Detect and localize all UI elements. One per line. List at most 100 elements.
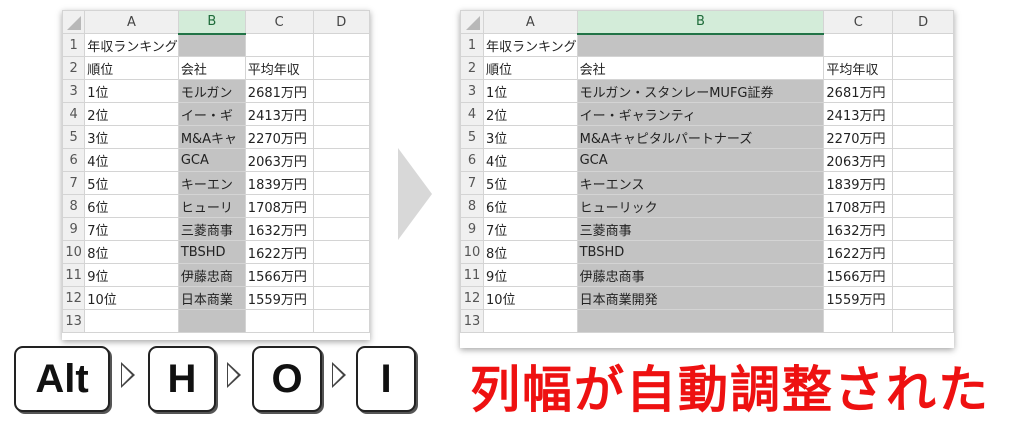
cell-a[interactable]: 8位 [84,240,179,264]
cell-d[interactable] [312,171,370,195]
cell-c[interactable]: 2681万円 [244,79,314,103]
cell-b[interactable]: キーエン [177,171,246,195]
row-header[interactable]: 13 [460,309,484,333]
cell-d[interactable] [892,148,954,172]
cell-c[interactable]: 1559万円 [823,286,894,310]
cell-d[interactable] [892,263,954,287]
cell-b[interactable]: 会社 [576,56,825,80]
cell-b[interactable] [177,309,246,333]
cell-d[interactable] [312,286,370,310]
column-header-d[interactable]: D [892,10,954,34]
cell-a[interactable]: 3位 [84,125,179,149]
cell-d[interactable] [312,263,370,287]
cell-a[interactable]: 8位 [482,240,578,264]
cell-b[interactable]: キーエンス [576,171,825,195]
cell-c[interactable]: 2270万円 [823,125,894,149]
row-header[interactable]: 12 [62,286,86,310]
cell-a[interactable]: 4位 [84,148,179,172]
row-header[interactable]: 2 [62,56,86,80]
cell-a[interactable]: 2位 [482,102,578,126]
cell-c[interactable]: 1622万円 [823,240,894,264]
cell-b[interactable] [576,309,825,333]
row-header[interactable]: 7 [460,171,484,195]
row-header[interactable]: 5 [460,125,484,149]
cell-d[interactable] [312,217,370,241]
select-all-corner[interactable] [460,10,484,34]
cell-d[interactable] [312,240,370,264]
cell-a[interactable]: 10位 [482,286,578,310]
column-header-a[interactable]: A [482,10,578,34]
cell-d[interactable] [892,240,954,264]
cell-a[interactable]: 6位 [482,194,578,218]
cell-c[interactable] [244,33,314,57]
cell-d[interactable] [312,148,370,172]
cell-a[interactable] [84,309,179,333]
row-header[interactable]: 11 [460,263,484,287]
cell-a[interactable]: 7位 [482,217,578,241]
cell-d[interactable] [312,309,370,333]
cell-c[interactable]: 2063万円 [244,148,314,172]
cell-b[interactable]: ヒューリ [177,194,246,218]
row-header[interactable]: 8 [62,194,86,218]
cell-c[interactable] [823,33,894,57]
row-header[interactable]: 3 [460,79,484,103]
row-header[interactable]: 5 [62,125,86,149]
cell-b[interactable]: モルガン [177,79,246,103]
row-header[interactable]: 4 [62,102,86,126]
row-header[interactable]: 1 [460,33,484,57]
column-header-d[interactable]: D [312,10,370,34]
row-header[interactable]: 9 [460,217,484,241]
column-header-c[interactable]: C [244,10,314,34]
column-header-b[interactable]: B [576,10,825,35]
cell-d[interactable] [312,56,370,80]
row-header[interactable]: 1 [62,33,86,57]
cell-d[interactable] [312,79,370,103]
row-header[interactable]: 3 [62,79,86,103]
cell-b[interactable]: GCA [177,148,246,172]
cell-d[interactable] [312,194,370,218]
cell-d[interactable] [892,102,954,126]
cell-d[interactable] [312,102,370,126]
cell-c[interactable]: 1632万円 [244,217,314,241]
row-header[interactable]: 8 [460,194,484,218]
cell-c[interactable]: 1559万円 [244,286,314,310]
cell-c[interactable]: 1566万円 [823,263,894,287]
row-header[interactable]: 6 [62,148,86,172]
cell-b[interactable]: イー・ギャランティ [576,102,825,126]
cell-a[interactable]: 9位 [84,263,179,287]
cell-c[interactable]: 2063万円 [823,148,894,172]
cell-b[interactable]: 三菱商事 [576,217,825,241]
cell-b[interactable]: 日本商業 [177,286,246,310]
cell-d[interactable] [892,194,954,218]
cell-b[interactable]: 日本商業開発 [576,286,825,310]
cell-c[interactable]: 1839万円 [244,171,314,195]
row-header[interactable]: 12 [460,286,484,310]
cell-d[interactable] [892,33,954,57]
cell-d[interactable] [892,56,954,80]
select-all-corner[interactable] [62,10,86,34]
cell-b[interactable]: ヒューリック [576,194,825,218]
cell-a[interactable]: 9位 [482,263,578,287]
cell-a[interactable]: 7位 [84,217,179,241]
column-header-c[interactable]: C [823,10,894,34]
cell-d[interactable] [892,125,954,149]
cell-c[interactable]: 1622万円 [244,240,314,264]
cell-c[interactable]: 平均年収 [244,56,314,80]
cell-b[interactable]: M&Aキャ [177,125,246,149]
cell-c[interactable]: 2681万円 [823,79,894,103]
cell-d[interactable] [312,125,370,149]
cell-d[interactable] [892,286,954,310]
cell-d[interactable] [892,217,954,241]
cell-c[interactable]: 1566万円 [244,263,314,287]
cell-b[interactable]: 会社 [177,56,246,80]
cell-b[interactable]: TBSHD [177,240,246,264]
cell-a[interactable] [482,309,578,333]
cell-a[interactable]: 10位 [84,286,179,310]
row-header[interactable]: 10 [460,240,484,264]
cell-d[interactable] [892,171,954,195]
row-header[interactable]: 9 [62,217,86,241]
row-header[interactable]: 6 [460,148,484,172]
cell-b[interactable]: イー・ギ [177,102,246,126]
cell-a[interactable]: 3位 [482,125,578,149]
cell-a[interactable]: 年収ランキング [482,33,578,57]
